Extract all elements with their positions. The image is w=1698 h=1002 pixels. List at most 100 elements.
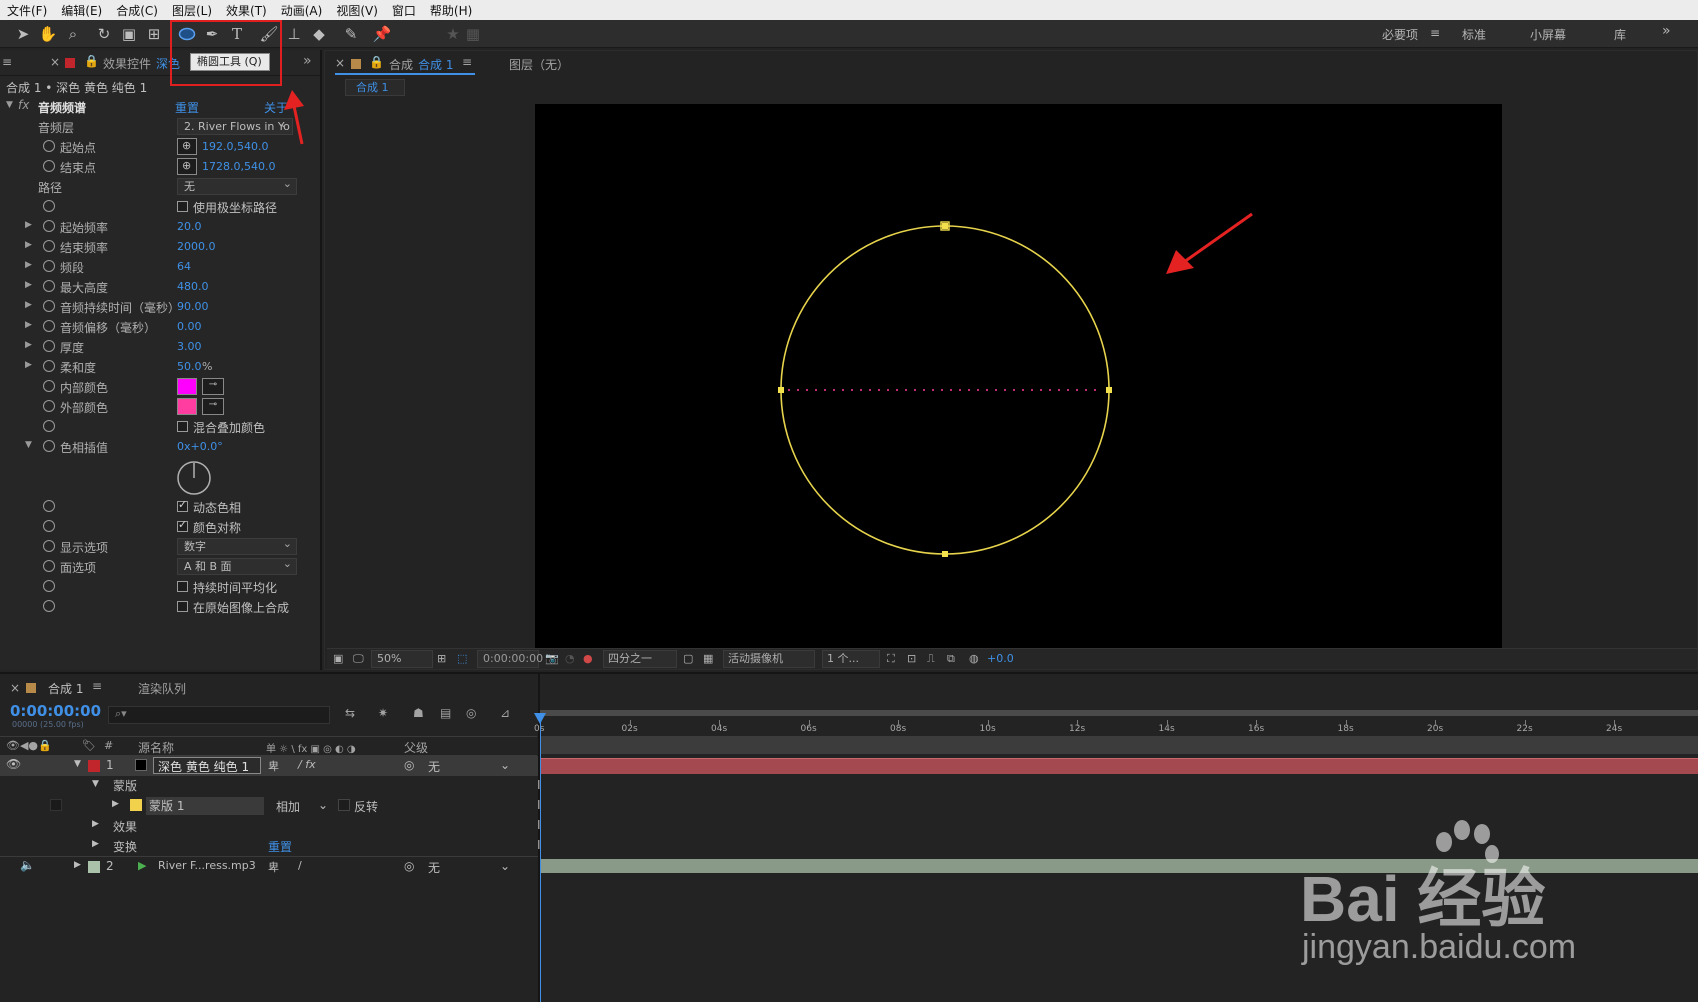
zoom-tool-icon[interactable]: ⌕ [62, 23, 84, 45]
collapse-arrow-icon[interactable]: ▼ [74, 759, 81, 769]
toggle-pixel-aspect-icon[interactable]: ⛶ [887, 652, 895, 666]
quality-switch-icon[interactable]: / [298, 859, 302, 872]
snapshot-icon[interactable]: 📷 [545, 652, 559, 665]
shy-switch-icon[interactable]: 卑 [268, 758, 279, 774]
current-time-field[interactable]: 0:00:00:00 [477, 650, 543, 668]
close-icon[interactable]: × [50, 55, 60, 69]
shy-icon[interactable]: ☗ [413, 706, 424, 720]
menu-file[interactable]: 文件(F) [0, 2, 54, 19]
menu-animation[interactable]: 动画(A) [274, 2, 330, 19]
comp-canvas[interactable] [535, 104, 1502, 648]
menu-window[interactable]: 窗口 [385, 2, 423, 19]
layer-1-duration-bar[interactable] [540, 758, 1698, 774]
end-freq-value[interactable]: 2000.0 [177, 240, 216, 253]
stopwatch-icon[interactable] [43, 440, 55, 452]
layer-row-2[interactable]: 🔈 ▶ 2 ▶ River F...ress.mp3 卑 / ◎ 无 ⌄ [0, 856, 540, 876]
workspace-menu-icon[interactable]: ≡ [1430, 26, 1440, 40]
workspace-library[interactable]: 库 [1614, 26, 1626, 43]
layer-name[interactable]: River F...ress.mp3 [158, 859, 256, 872]
camera-tool-icon[interactable]: ▣ [118, 23, 140, 45]
exposure-value[interactable]: +0.0 [987, 652, 1014, 665]
stopwatch-icon[interactable] [43, 140, 55, 152]
lock-icon[interactable]: 🔒 [369, 55, 384, 69]
start-freq-value[interactable]: 20.0 [177, 220, 202, 233]
reset-button[interactable]: 重置 [175, 99, 199, 116]
stopwatch-icon[interactable] [43, 380, 55, 392]
expand-arrow-icon[interactable]: ▶ [92, 839, 99, 849]
search-input[interactable]: ⌕▾ [108, 706, 330, 724]
workspace-essentials[interactable]: 必要项 [1382, 26, 1418, 43]
parent-link-icon[interactable]: ◎ [404, 758, 414, 772]
stopwatch-icon[interactable] [43, 260, 55, 272]
hue-dial-icon[interactable] [176, 460, 212, 496]
stopwatch-icon[interactable] [43, 300, 55, 312]
expand-arrow-icon[interactable]: ▶ [25, 300, 32, 310]
stopwatch-icon[interactable] [43, 220, 55, 232]
end-point-value[interactable]: 1728.0,540.0 [202, 160, 275, 173]
display-opt-dropdown[interactable]: 数字 [177, 538, 297, 555]
side-opt-dropdown[interactable]: A 和 B 面 [177, 558, 297, 575]
effects-row[interactable]: ▶ 效果 [0, 816, 540, 836]
offset-value[interactable]: 0.00 [177, 320, 202, 333]
draft-3d-icon[interactable]: ✷ [378, 706, 388, 720]
collapse-arrow-icon[interactable]: ▼ [92, 779, 99, 789]
comp-mini-flowchart-icon[interactable]: ⇆ [345, 706, 355, 720]
eyedropper-icon[interactable]: ⊸ [202, 378, 224, 395]
transparency-grid-icon[interactable]: ▦ [703, 652, 713, 665]
panel-menu-icon[interactable]: ≡ [462, 55, 472, 69]
workspace-small-screen[interactable]: 小屏幕 [1530, 26, 1566, 43]
stopwatch-icon[interactable] [43, 420, 55, 432]
shy-switch-icon[interactable]: 卑 [268, 859, 279, 875]
timeline-icon[interactable]: ⎍ [927, 652, 935, 666]
masks-row[interactable]: ▼ 蒙版 [0, 776, 540, 796]
thickness-value[interactable]: 3.00 [177, 340, 202, 353]
expand-arrow-icon[interactable]: ▶ [25, 280, 32, 290]
show-snapshot-icon[interactable]: ◔ [565, 652, 575, 665]
rotate-tool-icon[interactable]: ↻ [93, 23, 115, 45]
comp-tab-name[interactable]: 合成 1 [418, 56, 453, 73]
target-icon[interactable] [177, 158, 197, 175]
dynamic-hue-checkbox[interactable] [177, 498, 188, 512]
stopwatch-icon[interactable] [43, 600, 55, 612]
layer-viewer-tab[interactable]: 图层（无） [509, 56, 569, 73]
parent-dropdown[interactable]: 无 [428, 758, 440, 775]
safe-zones-icon[interactable]: ⊞ [437, 652, 446, 665]
eye-icon[interactable]: 👁 [6, 757, 21, 771]
motion-blur-icon[interactable]: ◎ [466, 706, 476, 720]
views-dropdown[interactable]: 1 个... [822, 650, 880, 668]
overflow-chevron-icon[interactable]: » [1662, 23, 1671, 39]
color-sym-checkbox[interactable] [177, 518, 188, 532]
parent-link-icon[interactable]: ◎ [404, 859, 414, 873]
panel-menu-icon[interactable]: ≡ [92, 679, 102, 693]
audio-layer-dropdown[interactable]: 2. River Flows in Yo [177, 118, 293, 135]
playhead-icon[interactable] [533, 712, 547, 726]
mask-visibility-toggle[interactable] [50, 799, 62, 811]
menu-view[interactable]: 视图(V) [329, 2, 385, 19]
render-queue-tab[interactable]: 渲染队列 [138, 680, 186, 697]
workspace-standard[interactable]: 标准 [1462, 26, 1486, 43]
layer-label-color[interactable] [88, 861, 100, 873]
eraser-tool-icon[interactable]: ◆ [308, 23, 330, 45]
comp-tab-label[interactable]: 合成 [389, 56, 413, 73]
region-of-interest-icon[interactable]: ▢ [683, 652, 693, 665]
fast-previews-icon[interactable]: ⊡ [907, 652, 916, 665]
avg-checkbox[interactable] [177, 581, 188, 592]
hand-tool-icon[interactable]: ✋ [37, 23, 59, 45]
stopwatch-icon[interactable] [43, 520, 55, 532]
layer-label-color[interactable] [88, 760, 100, 772]
close-icon[interactable]: × [335, 56, 345, 70]
expand-arrow-icon[interactable]: ▶ [74, 860, 81, 870]
layer-name-field[interactable]: 深色 黄色 纯色 1 [153, 757, 261, 774]
expand-arrow-icon[interactable]: ▶ [25, 360, 32, 370]
hue-interp-value[interactable]: 0x+0.0° [177, 440, 223, 453]
panel-menu-icon[interactable]: ≡ [2, 55, 12, 69]
speaker-icon[interactable]: 🔈 [20, 858, 35, 872]
clone-stamp-tool-icon[interactable]: ⊥ [283, 23, 305, 45]
comp-sub-tab[interactable]: 合成 1 [345, 79, 405, 96]
invert-checkbox[interactable] [338, 799, 350, 811]
timeline-timecode[interactable]: 0:00:00:00 [10, 702, 101, 720]
transform-reset-button[interactable]: 重置 [268, 838, 292, 855]
menu-help[interactable]: 帮助(H) [423, 2, 479, 19]
stopwatch-icon[interactable] [43, 240, 55, 252]
playhead-line[interactable] [540, 716, 541, 1002]
